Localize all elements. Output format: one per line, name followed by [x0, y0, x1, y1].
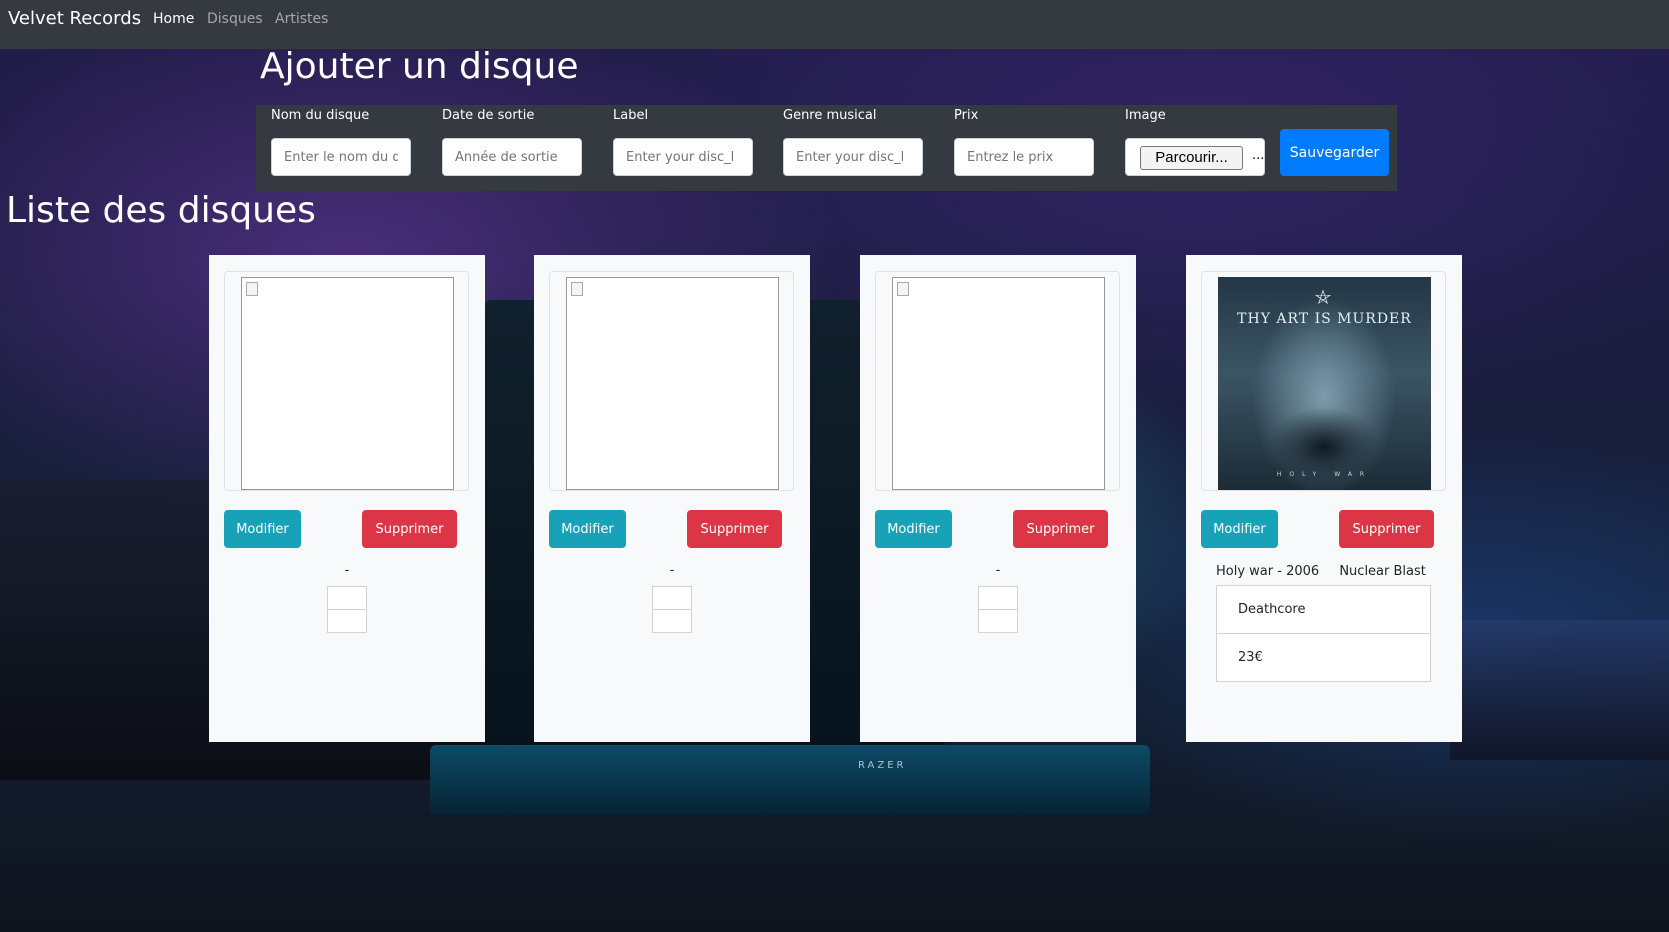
delete-button[interactable]: Supprimer — [687, 510, 782, 548]
list-item — [978, 609, 1018, 633]
field-image: Image Parcourir... ... — [1125, 105, 1265, 176]
price-input[interactable] — [954, 138, 1094, 176]
field-genre-label: Genre musical — [783, 108, 877, 123]
disc-info-list — [978, 586, 1018, 633]
broken-image-icon — [897, 282, 909, 296]
delete-button[interactable]: Supprimer — [1013, 510, 1108, 548]
edit-button[interactable]: Modifier — [224, 510, 301, 548]
album-cover-logo: THY ART IS MURDER — [1237, 311, 1412, 327]
list-item — [327, 586, 367, 610]
disc-card: ⛤ THY ART IS MURDER HOLY WAR Modifier Su… — [1186, 255, 1462, 742]
nav-link-home[interactable]: Home — [153, 11, 194, 27]
disc-info-list: Deathcore 23€ — [1216, 585, 1431, 682]
field-label: Label — [613, 105, 753, 176]
disc-info-list — [652, 586, 692, 633]
background-laptop-logo: RAZER — [858, 760, 907, 771]
delete-button[interactable]: Supprimer — [362, 510, 457, 548]
disc-image — [241, 277, 454, 490]
release-date-input[interactable] — [442, 138, 582, 176]
list-item — [327, 609, 367, 633]
disc-thumbnail — [224, 271, 469, 491]
save-button[interactable]: Sauvegarder — [1280, 129, 1389, 176]
disc-genre: Deathcore — [1216, 585, 1431, 634]
disc-meta: - — [995, 563, 1001, 578]
disc-title: Holy war — [1216, 564, 1274, 579]
disc-label: Nuclear Blast — [1339, 564, 1426, 579]
broken-image-icon — [246, 282, 258, 296]
label-input[interactable] — [613, 138, 753, 176]
pentagram-icon: ⛤ — [1315, 285, 1331, 309]
field-release-date: Date de sortie — [442, 105, 582, 176]
field-genre: Genre musical — [783, 105, 923, 176]
background-laptop-base — [430, 745, 1150, 815]
edit-button[interactable]: Modifier — [549, 510, 626, 548]
disc-info-list — [327, 586, 367, 633]
disc-meta: Holy war - 2006 Nuclear Blast — [1216, 564, 1426, 579]
disc-card: Modifier Supprimer - — [534, 255, 810, 742]
browse-file-button[interactable]: Parcourir... — [1140, 146, 1243, 170]
album-cover-subtitle: HOLY WAR — [1276, 471, 1373, 478]
disc-card: Modifier Supprimer - — [860, 255, 1136, 742]
nav-link-artistes[interactable]: Artistes — [275, 11, 328, 27]
list-item — [652, 586, 692, 610]
disc-price: 23€ — [1216, 633, 1431, 682]
field-release-date-label: Date de sortie — [442, 108, 535, 123]
field-image-label: Image — [1125, 108, 1166, 123]
genre-input[interactable] — [783, 138, 923, 176]
field-disc-name-label: Nom du disque — [271, 108, 370, 123]
album-cover-image: ⛤ THY ART IS MURDER HOLY WAR — [1218, 277, 1431, 490]
navbar: Velvet Records Home Disques Artistes — [0, 0, 1669, 49]
disc-list-title: Liste des disques — [6, 190, 316, 231]
field-price-label: Prix — [954, 108, 979, 123]
field-disc-name: Nom du disque — [271, 105, 411, 176]
add-disc-title: Ajouter un disque — [260, 46, 579, 87]
disc-thumbnail — [549, 271, 794, 491]
background-mixer — [1450, 620, 1669, 760]
edit-button[interactable]: Modifier — [1201, 510, 1278, 548]
list-item — [978, 586, 1018, 610]
nav-link-disques[interactable]: Disques — [207, 11, 263, 27]
disc-meta: - — [669, 563, 675, 578]
list-item — [652, 609, 692, 633]
field-label-label: Label — [613, 108, 649, 123]
disc-thumbnail: ⛤ THY ART IS MURDER HOLY WAR — [1201, 271, 1446, 491]
disc-name-input[interactable] — [271, 138, 411, 176]
navbar-brand[interactable]: Velvet Records — [8, 8, 141, 29]
edit-button[interactable]: Modifier — [875, 510, 952, 548]
image-file-input[interactable]: Parcourir... ... — [1125, 138, 1265, 176]
disc-thumbnail — [875, 271, 1120, 491]
add-disc-form: Nom du disque Date de sortie Label Genre… — [256, 105, 1397, 191]
disc-year: 2006 — [1286, 564, 1320, 579]
disc-image — [892, 277, 1105, 490]
broken-image-icon — [571, 282, 583, 296]
delete-button[interactable]: Supprimer — [1339, 510, 1434, 548]
disc-meta: - — [344, 563, 350, 578]
file-status: ... — [1252, 148, 1265, 163]
disc-image — [566, 277, 779, 490]
field-price: Prix — [954, 105, 1094, 176]
disc-card: Modifier Supprimer - — [209, 255, 485, 742]
